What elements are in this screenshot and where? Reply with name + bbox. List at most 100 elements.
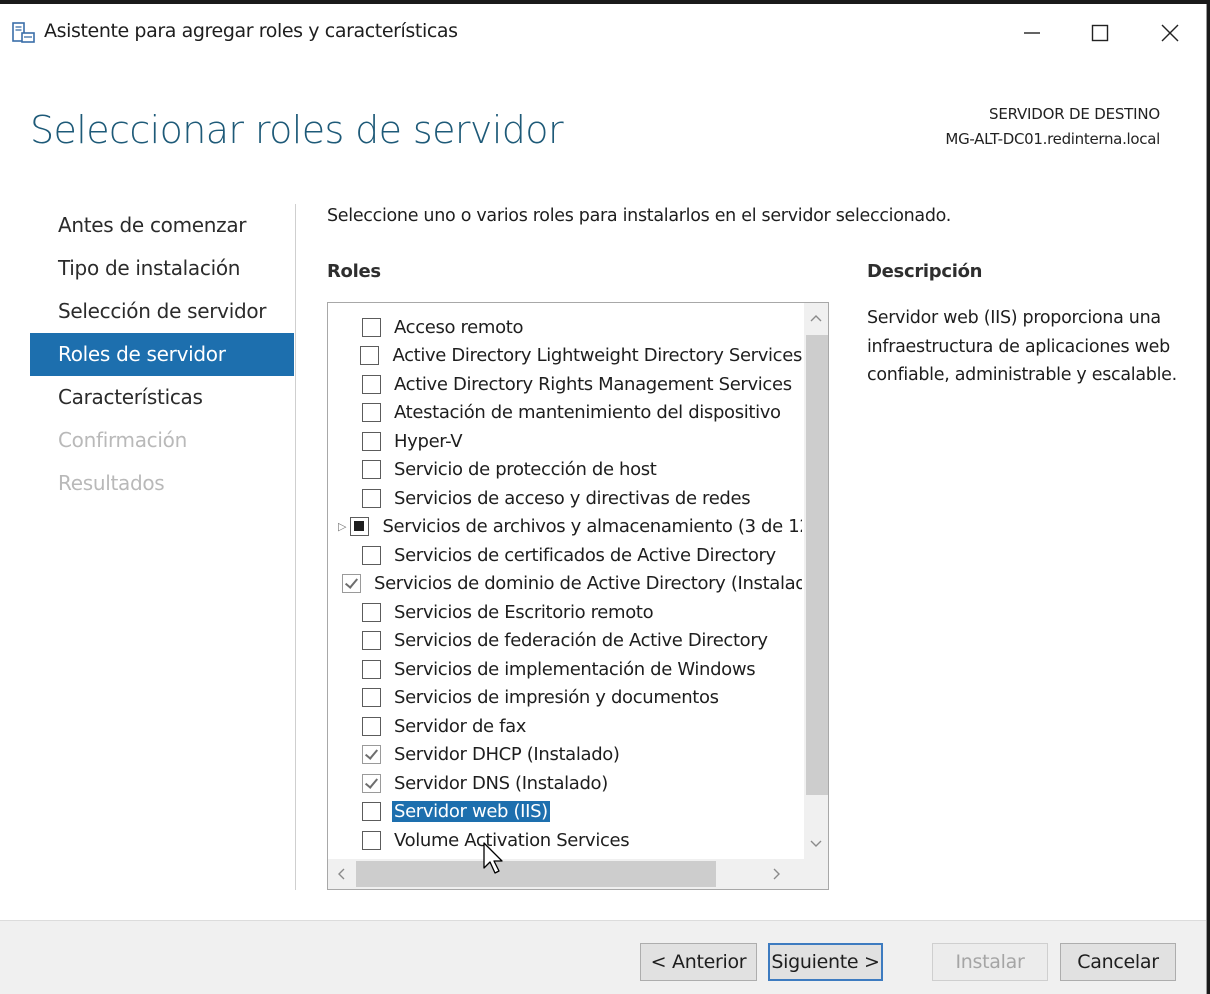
page-title: Seleccionar roles de servidor — [30, 108, 564, 152]
role-label: Hyper-V — [394, 430, 463, 452]
horizontal-scroll-thumb[interactable] — [356, 861, 716, 887]
maximize-button[interactable] — [1070, 10, 1130, 56]
role-label: Active Directory Rights Management Servi… — [394, 373, 792, 395]
chevron-up-icon — [810, 315, 822, 322]
role-row[interactable]: Servidor de fax — [328, 712, 802, 741]
install-button[interactable]: Instalar — [932, 943, 1048, 981]
role-row[interactable]: Servicios de implementación de Windows — [328, 655, 802, 684]
previous-button[interactable]: < Anterior — [640, 943, 757, 981]
role-checkbox[interactable] — [362, 688, 381, 708]
minimize-icon — [1024, 32, 1040, 34]
role-checkbox[interactable] — [362, 802, 381, 822]
instruction-text: Seleccione uno o varios roles para insta… — [327, 206, 952, 226]
nav-item-3[interactable]: Selección de servidor — [30, 290, 294, 333]
role-row[interactable]: Active Directory Lightweight Directory S… — [328, 342, 802, 371]
role-checkbox[interactable] — [362, 631, 381, 651]
chevron-down-icon — [810, 840, 822, 847]
server-manager-icon — [10, 20, 36, 46]
role-label: Atestación de mantenimiento del disposit… — [394, 402, 781, 424]
horizontal-scrollbar[interactable] — [328, 859, 804, 889]
role-label: Servicios de impresión y documentos — [394, 687, 719, 709]
role-row[interactable]: Servidor web (IIS) — [328, 798, 802, 827]
role-label: Servicios de certificados de Active Dire… — [394, 544, 776, 566]
nav-item-5[interactable]: Características — [30, 376, 294, 419]
wizard-navigation: Antes de comenzar Tipo de instalación Sele… — [30, 204, 294, 505]
role-label: Servicios de archivos y almacenamiento (… — [382, 516, 802, 538]
role-row[interactable]: Servidor DNS (Instalado) — [328, 769, 802, 798]
role-label: Servidor web (IIS) — [392, 801, 550, 823]
role-label: Servicios de Escritorio remoto — [394, 601, 654, 623]
roles-list[interactable]: Acceso remoto Active Directory Lightweigh… — [327, 302, 829, 890]
role-label: Active Directory Lightweight Directory S… — [392, 345, 802, 367]
role-checkbox[interactable] — [362, 403, 381, 423]
role-label: Servicio de protección de host — [394, 459, 657, 481]
title-bar[interactable]: Asistente para agregar roles y caracterí… — [0, 4, 1206, 62]
minimize-button[interactable] — [1002, 10, 1062, 56]
role-checkbox[interactable] — [362, 374, 381, 394]
role-row[interactable]: Servicios de dominio de Active Directory… — [328, 570, 802, 599]
scroll-down-button[interactable] — [804, 829, 828, 859]
next-button[interactable]: Siguiente > — [768, 943, 883, 981]
mouse-pointer-icon — [483, 842, 505, 880]
role-checkbox[interactable] — [350, 517, 370, 537]
role-checkbox[interactable] — [362, 773, 381, 793]
description-text: Servidor web (IIS) proporciona una infra… — [867, 308, 1177, 385]
role-row[interactable]: Volume Activation Services — [328, 826, 802, 855]
window-title: Asistente para agregar roles y caracterí… — [44, 20, 458, 42]
role-row[interactable]: Active Directory Rights Management Servi… — [328, 370, 802, 399]
close-button[interactable] — [1140, 10, 1200, 56]
scroll-left-button[interactable] — [328, 859, 354, 889]
role-row[interactable]: Servicios de acceso y directivas de rede… — [328, 484, 802, 513]
roles-list-items: Acceso remoto Active Directory Lightweigh… — [328, 313, 802, 855]
role-label: Servidor DNS (Instalado) — [394, 772, 608, 794]
nav-item-2[interactable]: Tipo de instalación — [30, 247, 294, 290]
role-checkbox[interactable] — [360, 346, 380, 366]
scroll-right-button[interactable] — [764, 859, 790, 889]
scroll-up-button[interactable] — [804, 303, 828, 333]
role-checkbox[interactable] — [362, 460, 381, 480]
role-label: Servicios de dominio de Active Directory… — [374, 573, 802, 595]
role-label: Servicios de implementación de Windows — [394, 658, 756, 680]
role-row[interactable]: Servicios de federación de Active Direct… — [328, 627, 802, 656]
destination-server-label: SERVIDOR DE DESTINO — [989, 105, 1160, 123]
role-row[interactable]: Hyper-V — [328, 427, 802, 456]
role-checkbox[interactable] — [362, 659, 381, 679]
role-row[interactable]: Atestación de mantenimiento del disposit… — [328, 399, 802, 428]
nav-item-6: Confirmación — [58, 428, 187, 452]
nav-item-4[interactable]: Roles de servidor — [30, 333, 294, 376]
vertical-scrollbar[interactable] — [804, 303, 828, 859]
role-label: Volume Activation Services — [394, 829, 630, 851]
role-row[interactable]: Servicio de protección de host — [328, 456, 802, 485]
nav-divider — [295, 204, 296, 890]
role-row[interactable]: Servicios de impresión y documentos — [328, 684, 802, 713]
role-row[interactable]: ▷ Servicios de archivos y almacenamiento … — [328, 513, 802, 542]
nav-item-1[interactable]: Antes de comenzar — [30, 204, 294, 247]
expand-arrow-icon[interactable]: ▷ — [338, 520, 346, 533]
role-checkbox[interactable] — [362, 830, 381, 850]
role-row[interactable]: Servidor DHCP (Instalado) — [328, 741, 802, 770]
roles-heading: Roles — [327, 261, 381, 282]
role-checkbox[interactable] — [362, 545, 381, 565]
role-checkbox[interactable] — [362, 716, 381, 736]
role-row[interactable]: Servicios de Escritorio remoto — [328, 598, 802, 627]
role-label: Servidor DHCP (Instalado) — [394, 744, 620, 766]
description-heading: Descripción — [867, 261, 983, 282]
role-checkbox[interactable] — [362, 317, 381, 337]
role-checkbox[interactable] — [342, 574, 361, 594]
role-checkbox[interactable] — [362, 745, 381, 765]
role-checkbox[interactable] — [362, 488, 381, 508]
vertical-scroll-thumb[interactable] — [806, 335, 828, 795]
cancel-button[interactable]: Cancelar — [1060, 943, 1176, 981]
close-icon — [1161, 24, 1179, 42]
chevron-left-icon — [338, 868, 345, 880]
destination-server-name: MG-ALT-DC01.redinterna.local — [945, 130, 1160, 148]
role-label: Servicios de acceso y directivas de rede… — [394, 487, 751, 509]
maximize-icon — [1091, 24, 1109, 42]
role-label: Acceso remoto — [394, 316, 524, 338]
role-row[interactable]: Servicios de certificados de Active Dire… — [328, 541, 802, 570]
role-checkbox[interactable] — [362, 602, 381, 622]
chevron-right-icon — [773, 868, 780, 880]
role-row[interactable]: Acceso remoto — [328, 313, 802, 342]
scrollbar-corner — [804, 859, 828, 889]
role-checkbox[interactable] — [362, 431, 381, 451]
